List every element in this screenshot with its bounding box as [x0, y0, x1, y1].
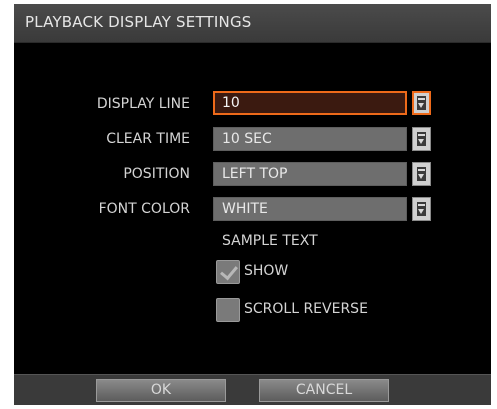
scroll-reverse-label: SCROLL REVERSE — [244, 301, 368, 317]
checkmark-icon — [220, 261, 238, 281]
scroll-reverse-checkbox[interactable] — [216, 298, 240, 322]
playback-display-settings-dialog: PLAYBACK DISPLAY SETTINGS DISPLAY LINE 1… — [14, 4, 491, 405]
dialog-footer: OK CANCEL — [14, 374, 491, 405]
font-color-dropdown-button[interactable] — [412, 197, 431, 221]
dropdown-arrow-icon — [417, 202, 426, 216]
position-select[interactable]: LEFT TOP — [213, 162, 432, 186]
position-value[interactable]: LEFT TOP — [213, 162, 407, 186]
show-checkbox[interactable] — [216, 260, 240, 284]
position-label: POSITION — [123, 166, 190, 182]
dropdown-arrow-icon — [417, 167, 426, 181]
clear-time-select[interactable]: 10 SEC — [213, 127, 432, 151]
clear-time-label: CLEAR TIME — [106, 131, 190, 147]
position-dropdown-button[interactable] — [412, 162, 431, 186]
display-line-label: DISPLAY LINE — [96, 96, 190, 112]
font-color-label: FONT COLOR — [98, 201, 190, 217]
dropdown-arrow-icon — [417, 96, 426, 110]
display-line-value[interactable]: 10 — [213, 91, 407, 115]
font-color-select[interactable]: WHITE — [213, 197, 432, 221]
dialog-titlebar: PLAYBACK DISPLAY SETTINGS — [14, 4, 491, 43]
dropdown-arrow-icon — [417, 132, 426, 146]
dialog-title: PLAYBACK DISPLAY SETTINGS — [25, 13, 252, 31]
clear-time-value[interactable]: 10 SEC — [213, 127, 407, 151]
display-line-dropdown-button[interactable] — [412, 91, 431, 115]
clear-time-dropdown-button[interactable] — [412, 127, 431, 151]
display-line-select[interactable]: 10 — [213, 91, 432, 115]
font-color-value[interactable]: WHITE — [213, 197, 407, 221]
show-label: SHOW — [244, 263, 289, 279]
sample-text-preview: SAMPLE TEXT — [222, 233, 318, 249]
cancel-button[interactable]: CANCEL — [259, 379, 389, 402]
ok-button[interactable]: OK — [96, 379, 226, 402]
